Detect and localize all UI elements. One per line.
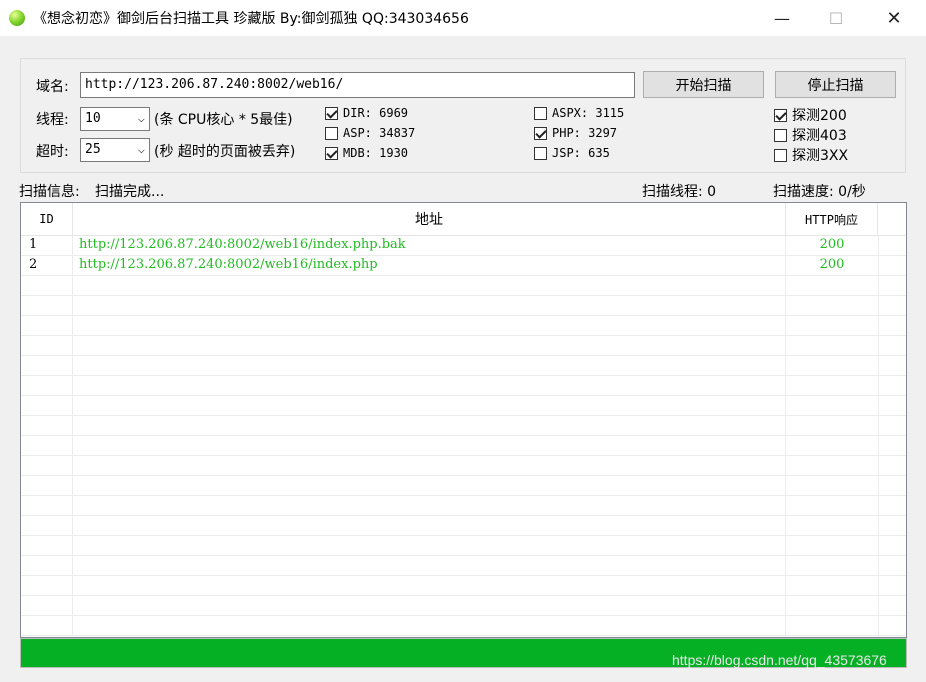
stop-scan-button[interactable]: 停止扫描 bbox=[775, 71, 896, 98]
minimize-button[interactable]: — bbox=[754, 0, 810, 36]
window-title: 《想念初恋》御剑后台扫描工具 珍藏版 By:御剑孤独 QQ:343034656 bbox=[33, 11, 469, 27]
timeout-hint: (秒 超时的页面被丢弃) bbox=[154, 144, 296, 160]
start-scan-button[interactable]: 开始扫描 bbox=[643, 71, 764, 98]
table-grid bbox=[21, 236, 906, 636]
timeout-label: 超时: bbox=[36, 144, 69, 160]
dict-checkbox-php[interactable]: PHP: 3297 bbox=[534, 126, 617, 140]
row-url[interactable]: http://123.206.87.240:8002/web16/index.p… bbox=[79, 255, 378, 275]
table-row[interactable]: 1 http://123.206.87.240:8002/web16/index… bbox=[21, 235, 906, 255]
table-row[interactable]: 2 http://123.206.87.240:8002/web16/index… bbox=[21, 255, 906, 275]
scan-speed-status: 扫描速度: 0/秒 bbox=[773, 184, 866, 200]
row-http-code: 200 bbox=[819, 237, 845, 252]
checkbox-box[interactable] bbox=[534, 106, 547, 120]
checkbox-box[interactable] bbox=[774, 128, 787, 142]
chevron-down-icon[interactable]: ⌵ bbox=[138, 141, 145, 157]
dict-label-jsp: JSP: 635 bbox=[552, 146, 610, 160]
dict-label-dir: DIR: 6969 bbox=[343, 106, 409, 120]
column-header-http[interactable]: HTTP响应 bbox=[786, 203, 878, 235]
domain-input[interactable]: http://123.206.87.240:8002/web16/ bbox=[80, 72, 635, 98]
scan-threads-status: 扫描线程: 0 bbox=[642, 184, 717, 200]
column-header-url[interactable]: 地址 bbox=[73, 203, 786, 235]
checkbox-box[interactable] bbox=[534, 126, 547, 140]
maximize-button[interactable]: ☐ bbox=[808, 0, 864, 36]
row-http-code: 200 bbox=[819, 257, 845, 272]
scan-info-label: 扫描信息: bbox=[19, 184, 80, 200]
dict-label-asp: ASP: 34837 bbox=[343, 126, 416, 140]
app-icon bbox=[9, 10, 25, 26]
threads-value: 10 bbox=[85, 111, 101, 126]
probe-checkbox-403[interactable]: 探测403 bbox=[774, 125, 847, 145]
checkbox-box[interactable] bbox=[325, 106, 338, 120]
checkbox-box[interactable] bbox=[774, 108, 787, 122]
probe-checkbox-200[interactable]: 探测200 bbox=[774, 105, 847, 125]
timeout-value: 25 bbox=[85, 142, 101, 157]
client-area: 域名: http://123.206.87.240:8002/web16/ 开始… bbox=[0, 36, 926, 682]
table-header: ID 地址 HTTP响应 bbox=[21, 203, 906, 236]
dict-checkbox-dir[interactable]: DIR: 6969 bbox=[325, 106, 408, 120]
probe-label-3xx: 探测3XX bbox=[792, 148, 849, 164]
column-header-id[interactable]: ID bbox=[21, 203, 73, 235]
timeout-select[interactable]: 25 ⌵ bbox=[80, 138, 150, 162]
threads-label: 线程: bbox=[36, 112, 69, 128]
dict-label-mdb: MDB: 1930 bbox=[343, 146, 409, 160]
threads-select[interactable]: 10 ⌵ bbox=[80, 107, 150, 131]
checkbox-box[interactable] bbox=[774, 148, 787, 162]
dict-checkbox-jsp[interactable]: JSP: 635 bbox=[534, 146, 610, 160]
row-url[interactable]: http://123.206.87.240:8002/web16/index.p… bbox=[79, 235, 406, 255]
title-bar[interactable]: 《想念初恋》御剑后台扫描工具 珍藏版 By:御剑孤独 QQ:343034656 … bbox=[0, 0, 926, 36]
dict-checkbox-aspx[interactable]: ASPX: 3115 bbox=[534, 106, 624, 120]
column-divider bbox=[785, 236, 786, 636]
watermark: https://blog.csdn.net/qq_43573676 bbox=[672, 652, 887, 668]
threads-hint: (条 CPU核心 * 5最佳) bbox=[154, 112, 293, 128]
close-button[interactable]: ✕ bbox=[866, 0, 922, 36]
checkbox-box[interactable] bbox=[325, 126, 338, 140]
chevron-down-icon[interactable]: ⌵ bbox=[138, 110, 145, 126]
checkbox-box[interactable] bbox=[534, 146, 547, 160]
row-id: 1 bbox=[29, 237, 38, 252]
results-table[interactable]: ID 地址 HTTP响应 1 http://123.206.87.240:800… bbox=[20, 202, 907, 638]
column-divider bbox=[72, 236, 73, 636]
dict-label-aspx: ASPX: 3115 bbox=[552, 106, 625, 120]
scan-info-value: 扫描完成... bbox=[95, 184, 165, 200]
dict-checkbox-asp[interactable]: ASP: 34837 bbox=[325, 126, 415, 140]
dict-checkbox-mdb[interactable]: MDB: 1930 bbox=[325, 146, 408, 160]
domain-label: 域名: bbox=[36, 79, 69, 95]
checkbox-box[interactable] bbox=[325, 146, 338, 160]
row-id: 2 bbox=[29, 257, 38, 272]
dict-label-php: PHP: 3297 bbox=[552, 126, 618, 140]
column-divider bbox=[878, 236, 879, 636]
probe-checkbox-3xx[interactable]: 探测3XX bbox=[774, 145, 848, 165]
probe-label-200: 探测200 bbox=[792, 108, 847, 124]
probe-label-403: 探测403 bbox=[792, 128, 847, 144]
